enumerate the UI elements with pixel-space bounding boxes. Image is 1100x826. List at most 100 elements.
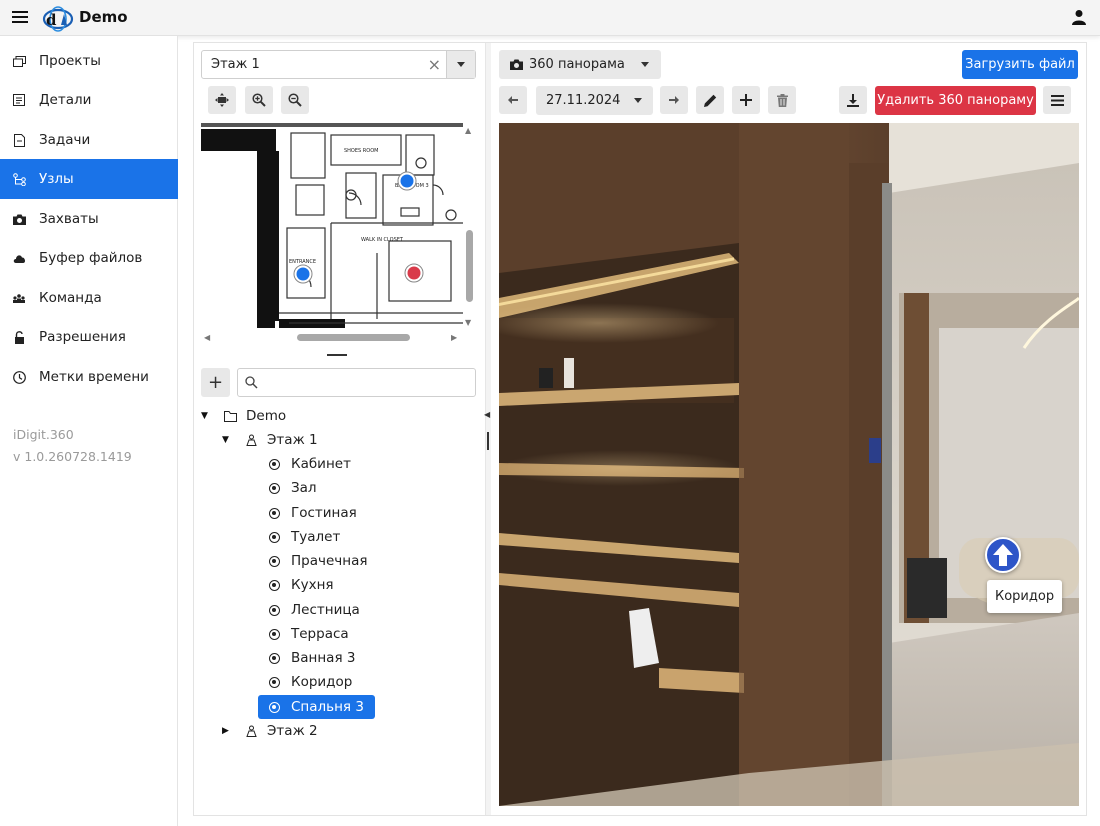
fit-view-button[interactable] bbox=[208, 86, 236, 114]
vertical-scrollbar[interactable] bbox=[466, 230, 473, 302]
expand-toggle-icon[interactable]: ▼ bbox=[201, 411, 211, 421]
node-label: Прачечная bbox=[291, 553, 368, 569]
floor-select[interactable]: Этаж 1 × bbox=[201, 50, 476, 79]
node-label: Кухня bbox=[291, 577, 334, 593]
tree-node[interactable]: Ванная 3 bbox=[258, 646, 366, 670]
zoom-out-button[interactable] bbox=[281, 86, 309, 114]
pencil-icon bbox=[703, 94, 716, 107]
floor-select-value: Этаж 1 bbox=[211, 57, 260, 72]
sidebar-item-label: Детали bbox=[39, 92, 92, 108]
panorama-type-select[interactable]: 360 панорама bbox=[499, 50, 661, 79]
arrow-up-icon bbox=[993, 544, 1013, 566]
tree-floor-2[interactable]: ▶ Этаж 2 bbox=[222, 720, 318, 742]
plus-icon: + bbox=[207, 372, 224, 393]
plan-node-marker[interactable] bbox=[293, 264, 313, 284]
camera-icon bbox=[12, 212, 26, 226]
floor-icon bbox=[244, 724, 258, 738]
tree-node[interactable]: Туалет bbox=[258, 525, 351, 549]
upload-file-button[interactable]: Загрузить файл bbox=[962, 50, 1078, 79]
sidebar-item-team[interactable]: Команда bbox=[0, 278, 178, 318]
team-icon bbox=[12, 291, 26, 305]
arrow-left-icon bbox=[508, 96, 518, 104]
panel-splitter-handle[interactable] bbox=[327, 354, 347, 356]
zoom-in-button[interactable] bbox=[245, 86, 273, 114]
tree-root[interactable]: ▼ Demo bbox=[201, 405, 286, 427]
tree-node[interactable]: Зал bbox=[258, 476, 328, 500]
more-menu-button[interactable] bbox=[1043, 86, 1071, 114]
sidebar-item-label: Буфер файлов bbox=[39, 250, 143, 266]
chevron-down-icon bbox=[641, 62, 649, 67]
search-field[interactable] bbox=[237, 368, 476, 397]
vertical-splitter-handle[interactable] bbox=[487, 432, 489, 450]
scroll-down-icon[interactable]: ▼ bbox=[465, 318, 471, 327]
horizontal-scrollbar[interactable] bbox=[297, 334, 410, 341]
sidebar-item-tasks[interactable]: Задачи bbox=[0, 120, 178, 160]
tree-node[interactable]: Кухня bbox=[258, 573, 345, 597]
date-select[interactable]: 27.11.2024 bbox=[536, 86, 653, 115]
delete-item-button[interactable] bbox=[768, 86, 796, 114]
node-icon bbox=[269, 507, 280, 519]
add-button[interactable] bbox=[732, 86, 760, 114]
panorama-viewer[interactable] bbox=[499, 123, 1079, 806]
download-button[interactable] bbox=[839, 86, 867, 114]
plan-label: ENTRANCE bbox=[289, 259, 316, 265]
scroll-left-icon[interactable]: ◀ bbox=[204, 333, 210, 342]
chevron-down-icon[interactable] bbox=[446, 51, 475, 78]
tree-floor-1[interactable]: ▼ Этаж 1 bbox=[222, 429, 318, 451]
plan-node-marker-selected[interactable] bbox=[404, 263, 424, 283]
expand-toggle-icon[interactable]: ▼ bbox=[222, 435, 232, 445]
tree-node[interactable]: Лестница bbox=[258, 598, 371, 622]
edit-button[interactable] bbox=[696, 86, 724, 114]
previous-date-button[interactable] bbox=[499, 86, 527, 114]
tasks-icon bbox=[12, 133, 26, 147]
tree-node[interactable]: Прачечная bbox=[258, 549, 378, 573]
menu-icon bbox=[1050, 94, 1064, 106]
next-date-button[interactable] bbox=[660, 86, 688, 114]
sidebar-item-label: Команда bbox=[39, 290, 102, 306]
panorama-image bbox=[499, 123, 1079, 806]
node-label: Зал bbox=[291, 480, 317, 496]
tree-node[interactable]: Терраса bbox=[258, 622, 360, 646]
expand-toggle-icon[interactable]: ▶ bbox=[222, 726, 232, 736]
sidebar-item-label: Метки времени bbox=[39, 369, 149, 385]
node-icon bbox=[269, 579, 280, 591]
plan-node-marker[interactable] bbox=[397, 171, 417, 191]
navigation-hotspot[interactable] bbox=[985, 537, 1021, 573]
delete-panorama-button[interactable]: Удалить 360 панораму bbox=[875, 86, 1036, 115]
hamburger-menu-icon[interactable] bbox=[12, 9, 28, 25]
sidebar-item-details[interactable]: Детали bbox=[0, 80, 178, 120]
arrow-right-icon bbox=[669, 96, 679, 104]
sidebar-item-nodes[interactable]: Узлы bbox=[0, 159, 178, 199]
sidebar-item-permissions[interactable]: Разрешения bbox=[0, 317, 178, 357]
search-icon bbox=[245, 376, 258, 389]
node-icon bbox=[269, 676, 280, 688]
scroll-up-icon[interactable]: ▲ bbox=[465, 126, 471, 135]
sidebar-item-label: Захваты bbox=[39, 211, 99, 227]
scroll-right-icon[interactable]: ▶ bbox=[451, 333, 457, 342]
add-node-button[interactable]: + bbox=[201, 368, 230, 397]
camera-icon bbox=[510, 59, 523, 70]
sidebar-item-timestamps[interactable]: Метки времени bbox=[0, 357, 178, 397]
node-label: Спальня 3 bbox=[291, 699, 364, 715]
tree-node-selected[interactable]: Спальня 3 bbox=[258, 695, 375, 719]
panorama-type-label: 360 панорама bbox=[529, 57, 625, 72]
sidebar-item-captures[interactable]: Захваты bbox=[0, 199, 178, 239]
sidebar: Проекты Детали Задачи Узлы Захваты Буфер… bbox=[0, 36, 178, 826]
tree-node[interactable]: Коридор bbox=[258, 670, 363, 694]
node-icon bbox=[269, 531, 280, 543]
node-label: Гостиная bbox=[291, 505, 357, 521]
zoom-out-icon bbox=[288, 93, 302, 107]
user-icon[interactable] bbox=[1072, 9, 1086, 25]
node-icon bbox=[269, 652, 280, 664]
tree-node[interactable]: Кабинет bbox=[258, 452, 362, 476]
tree-node[interactable]: Гостиная bbox=[258, 501, 368, 525]
search-input[interactable] bbox=[262, 372, 470, 393]
node-label: Лестница bbox=[291, 602, 360, 618]
sidebar-item-projects[interactable]: Проекты bbox=[0, 41, 178, 81]
clear-icon[interactable]: × bbox=[428, 55, 441, 74]
vertical-splitter[interactable] bbox=[485, 43, 491, 815]
plan-label: WALK IN CLOSET bbox=[361, 237, 404, 243]
floor-plan[interactable]: SHOES ROOM ENTRANCE WALK IN CLOSET BATHR… bbox=[201, 123, 476, 345]
collapse-left-icon[interactable]: ◀ bbox=[484, 410, 490, 419]
sidebar-item-file-buffer[interactable]: Буфер файлов bbox=[0, 238, 178, 278]
